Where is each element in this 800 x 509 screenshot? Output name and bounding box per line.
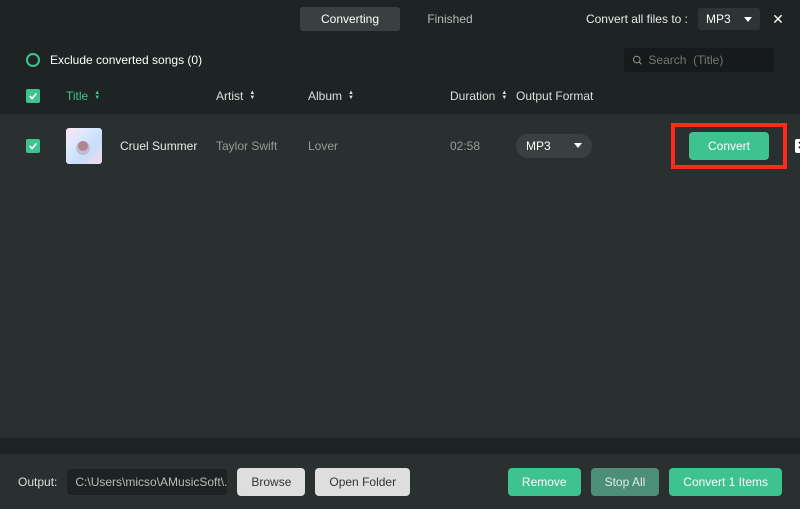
song-title: Cruel Summer xyxy=(120,139,197,153)
column-output-format: Output Format xyxy=(516,89,646,103)
close-icon[interactable]: ✕ xyxy=(770,11,786,27)
column-title[interactable]: Title ▲▼ xyxy=(66,89,216,103)
highlight-box: Convert xyxy=(671,123,787,169)
remove-row-icon[interactable]: ✕ xyxy=(795,139,800,153)
convert-button[interactable]: Convert xyxy=(689,132,769,160)
remove-button[interactable]: Remove xyxy=(508,468,581,496)
sort-icon: ▲▼ xyxy=(249,91,255,101)
row-checkbox[interactable] xyxy=(26,139,40,153)
column-album[interactable]: Album ▲▼ xyxy=(308,89,450,103)
search-input[interactable] xyxy=(648,53,766,67)
tab-converting[interactable]: Converting xyxy=(300,7,400,31)
table-row: Cruel Summer Taylor Swift Lover 02:58 MP… xyxy=(0,115,800,177)
column-duration[interactable]: Duration ▲▼ xyxy=(450,89,516,103)
output-label: Output: xyxy=(18,475,57,489)
album-art xyxy=(66,128,102,164)
refresh-icon[interactable] xyxy=(26,53,40,67)
caret-down-icon xyxy=(744,17,752,22)
row-format-dropdown[interactable]: MP3 xyxy=(516,134,592,158)
song-album: Lover xyxy=(308,139,450,153)
browse-button[interactable]: Browse xyxy=(237,468,305,496)
row-format-value: MP3 xyxy=(526,139,551,153)
search-input-wrap[interactable] xyxy=(624,48,774,72)
output-path[interactable]: C:\Users\micso\AMusicSoft\... xyxy=(67,469,227,495)
song-duration: 02:58 xyxy=(450,139,516,153)
open-folder-button[interactable]: Open Folder xyxy=(315,468,410,496)
tab-finished[interactable]: Finished xyxy=(400,7,500,31)
select-all-checkbox[interactable] xyxy=(26,89,40,103)
caret-down-icon xyxy=(574,143,582,148)
tab-group: Converting Finished xyxy=(300,7,500,31)
column-artist[interactable]: Artist ▲▼ xyxy=(216,89,308,103)
convert-all-label: Convert all files to : xyxy=(586,12,688,26)
exclude-converted-label: Exclude converted songs (0) xyxy=(50,53,202,67)
convert-items-button[interactable]: Convert 1 Items xyxy=(669,468,782,496)
search-icon xyxy=(632,54,643,67)
convert-all-format-dropdown[interactable]: MP3 xyxy=(698,8,760,30)
stop-all-button[interactable]: Stop All xyxy=(591,468,660,496)
sort-icon: ▲▼ xyxy=(501,91,507,101)
convert-all-format-value: MP3 xyxy=(706,12,731,26)
sort-icon: ▲▼ xyxy=(94,91,100,101)
sort-icon: ▲▼ xyxy=(348,91,354,101)
song-artist: Taylor Swift xyxy=(216,139,308,153)
